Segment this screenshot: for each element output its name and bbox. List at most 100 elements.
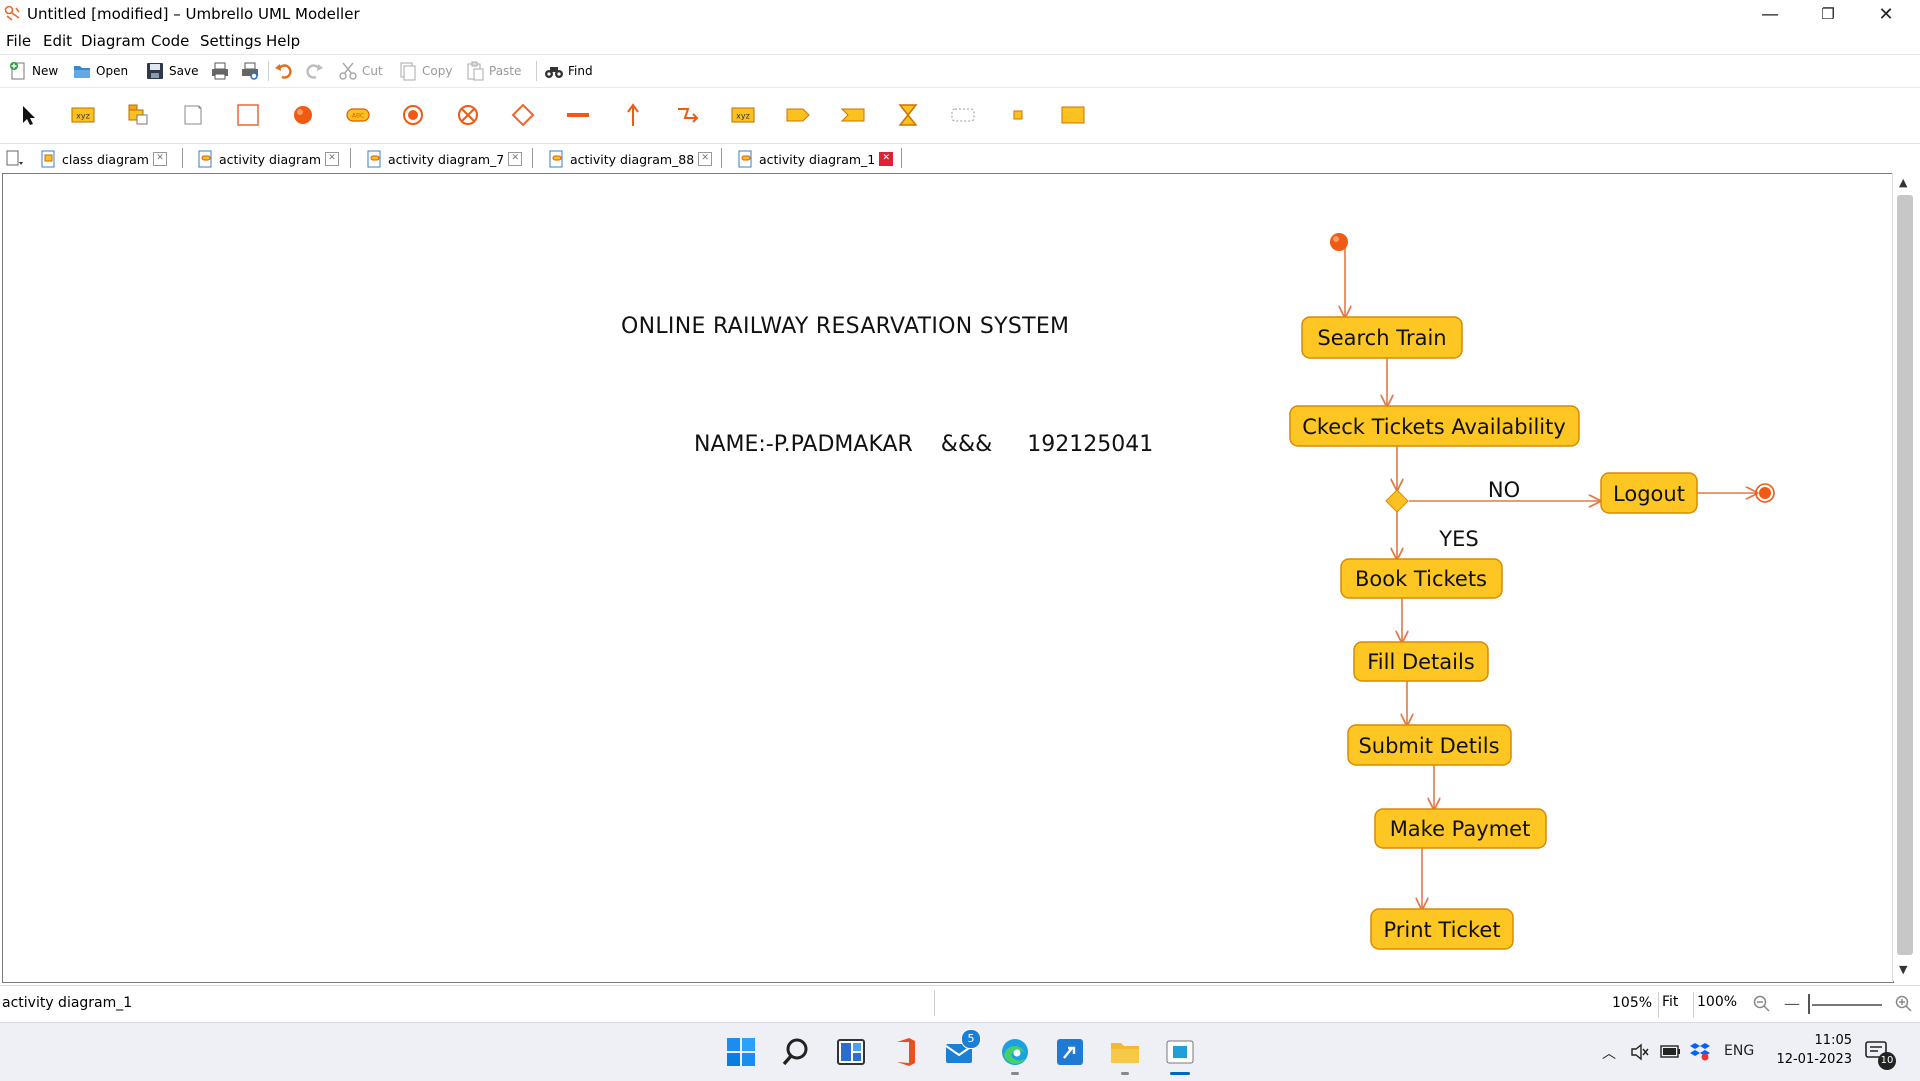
object-node-tool[interactable]: xyz <box>728 100 758 130</box>
zoom-slider-track[interactable] <box>1812 1004 1882 1006</box>
class-tool[interactable]: xyz <box>68 100 98 130</box>
combined-fragment-tool[interactable] <box>1058 100 1088 130</box>
clock[interactable]: 11:05 12-01-2023 <box>1760 1031 1852 1069</box>
umbrello-taskbar-button[interactable] <box>1161 1033 1199 1075</box>
edge-browser-icon <box>1002 1039 1028 1065</box>
zoom-slider-handle[interactable] <box>1808 994 1810 1014</box>
filled-circle-icon <box>294 106 312 124</box>
send-signal-tool[interactable] <box>783 100 813 130</box>
zoom-in-icon[interactable] <box>1895 995 1913 1013</box>
pin-tool[interactable] <box>1003 100 1033 130</box>
mail-app-button[interactable]: 5 <box>941 1029 981 1071</box>
office-app-button[interactable] <box>886 1033 924 1071</box>
activity-make-payment[interactable]: Make Paymet <box>1374 808 1547 849</box>
menu-diagram[interactable]: Diagram <box>81 32 145 50</box>
menu-file[interactable]: File <box>6 32 31 50</box>
find-button[interactable]: Find <box>544 61 593 81</box>
branch-tool[interactable] <box>508 100 538 130</box>
tab-activity-diagram-88[interactable]: activity diagram_88 ✕ <box>548 148 713 170</box>
close-tab-icon[interactable]: ✕ <box>698 152 713 166</box>
activity-submit-details[interactable]: Submit Detils <box>1347 724 1512 766</box>
tab-class-diagram[interactable]: class diagram ✕ <box>40 148 167 170</box>
tab-activity-diagram-1[interactable]: activity diagram_1 ✕ <box>737 148 894 170</box>
note-tool[interactable] <box>178 100 208 130</box>
svg-text:ABC: ABC <box>352 113 364 120</box>
edge-browser-button[interactable] <box>996 1033 1034 1075</box>
start-button[interactable] <box>722 1033 760 1071</box>
menu-edit[interactable]: Edit <box>43 32 72 50</box>
zoom-reset-button[interactable]: 100% <box>1693 992 1740 1018</box>
activity-print-ticket[interactable]: Print Ticket <box>1370 908 1514 950</box>
save-button[interactable]: Save <box>145 61 198 81</box>
print-preview-button[interactable] <box>240 61 260 81</box>
activity-book-tickets[interactable]: Book Tickets <box>1340 558 1503 599</box>
show-hidden-icons-chevron-icon[interactable]: ︿ <box>1602 1043 1616 1063</box>
end-activity-tool[interactable] <box>398 100 428 130</box>
battery-icon[interactable] <box>1660 1044 1682 1060</box>
decision-node[interactable] <box>1385 489 1409 513</box>
final-flow-tool[interactable] <box>453 100 483 130</box>
close-tab-icon[interactable]: ✕ <box>879 152 894 166</box>
box-tool[interactable] <box>233 100 263 130</box>
accept-time-event-tool[interactable] <box>893 100 923 130</box>
scrollbar-thumb[interactable] <box>1897 195 1913 955</box>
activity-transition-tool[interactable] <box>618 100 648 130</box>
vertical-scrollbar[interactable]: ▲ ▼ <box>1892 173 1918 981</box>
redo-button[interactable] <box>304 61 324 81</box>
menu-settings[interactable]: Settings <box>200 32 262 50</box>
language-indicator[interactable]: ENG <box>1724 1043 1754 1059</box>
restore-button[interactable]: ❐ <box>1800 0 1856 28</box>
exception-arrow-icon <box>678 108 699 123</box>
paste-button[interactable]: Paste <box>465 61 521 81</box>
menu-code[interactable]: Code <box>151 32 189 50</box>
search-button[interactable] <box>777 1033 815 1071</box>
select-tool[interactable] <box>13 100 43 130</box>
copy-button[interactable]: Copy <box>398 61 452 81</box>
activity-search-train[interactable]: Search Train <box>1301 316 1463 359</box>
windows-logo-icon <box>727 1038 755 1066</box>
activity-logout[interactable]: Logout <box>1600 472 1698 514</box>
close-tab-icon[interactable]: ✕ <box>325 152 340 166</box>
tab-activity-diagram[interactable]: activity diagram ✕ <box>197 148 340 170</box>
region-tool[interactable] <box>948 100 978 130</box>
activity-tool[interactable]: ABC <box>343 100 373 130</box>
minimize-button[interactable]: — <box>1742 0 1798 28</box>
diagram-canvas[interactable]: ONLINE RAILWAY RESARVATION SYSTEM NAME:-… <box>2 173 1894 983</box>
activity-check-availability[interactable]: Ckeck Tickets Availability <box>1289 405 1580 447</box>
tab-activity-diagram-7[interactable]: activity diagram_7 ✕ <box>366 148 523 170</box>
close-tab-icon[interactable]: ✕ <box>508 152 523 166</box>
new-diagram-menu-button[interactable] <box>4 148 26 170</box>
new-button[interactable]: New <box>8 61 58 81</box>
note-icon <box>184 105 202 125</box>
open-button[interactable]: Open <box>72 61 128 81</box>
undo-button[interactable] <box>274 61 294 81</box>
speaker-muted-icon[interactable] <box>1630 1042 1650 1062</box>
print-button[interactable] <box>210 61 230 81</box>
close-tab-icon[interactable]: ✕ <box>152 152 167 166</box>
initial-activity-tool[interactable] <box>288 100 318 130</box>
scroll-up-icon[interactable]: ▲ <box>1899 176 1907 189</box>
initial-node[interactable] <box>1330 233 1348 251</box>
activity-fill-details[interactable]: Fill Details <box>1353 641 1489 682</box>
zoom-minus-icon[interactable]: — <box>1784 994 1800 1013</box>
menu-help[interactable]: Help <box>266 32 300 50</box>
zoom-fit-button[interactable]: Fit <box>1658 992 1681 1018</box>
close-button[interactable]: ✕ <box>1858 0 1914 28</box>
store-app-button[interactable] <box>1051 1033 1089 1071</box>
status-diagram-name: activity diagram_1 <box>2 995 133 1011</box>
active-indicator <box>1170 1072 1190 1075</box>
package-tool[interactable] <box>123 100 153 130</box>
svg-text:xyz: xyz <box>76 112 90 121</box>
redo-icon <box>306 64 323 79</box>
zoom-out-icon[interactable] <box>1753 995 1771 1013</box>
dropbox-icon[interactable] <box>1690 1041 1710 1061</box>
accept-signal-tool[interactable] <box>838 100 868 130</box>
exception-tool[interactable] <box>673 100 703 130</box>
widgets-button[interactable] <box>832 1033 870 1071</box>
save-icon <box>147 63 163 79</box>
file-explorer-button[interactable] <box>1106 1033 1144 1075</box>
fork-tool[interactable] <box>563 100 593 130</box>
class-icon: xyz <box>71 107 95 123</box>
scroll-down-icon[interactable]: ▼ <box>1899 963 1907 976</box>
cut-button[interactable]: Cut <box>338 61 383 81</box>
